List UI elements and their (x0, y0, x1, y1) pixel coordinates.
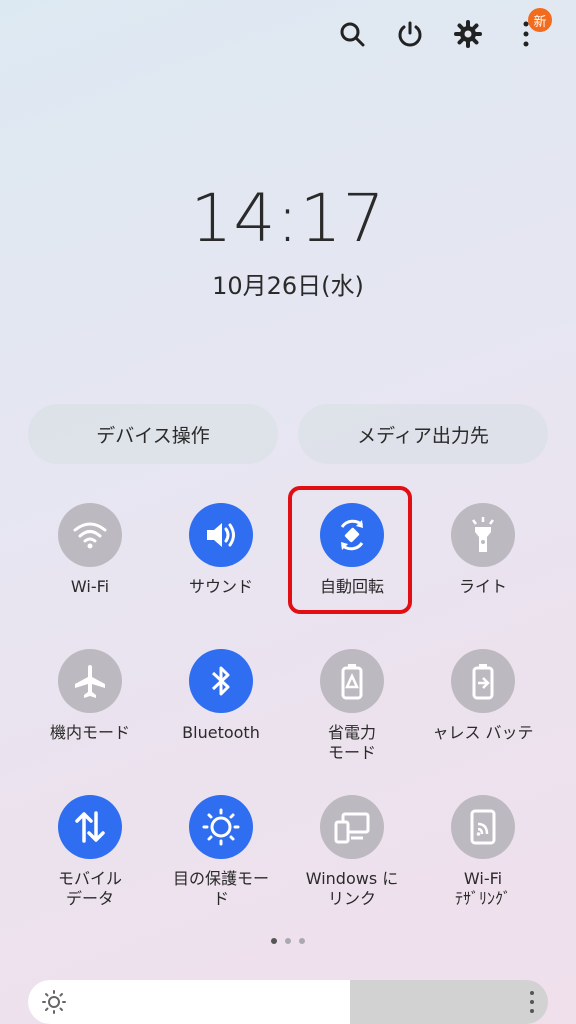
tile-sound[interactable]: サウンド (155, 503, 287, 597)
eye-comfort-icon (189, 795, 253, 859)
tile-label: サウンド (188, 577, 253, 596)
tile-eye-comfort[interactable]: 目の保護モー ド (155, 795, 287, 909)
tile-label-line2: ﾃｻﾞﾘﾝｸﾞ (454, 889, 511, 908)
clock-date: 10月26日(水) (212, 272, 364, 300)
tile-label: Bluetooth (182, 723, 260, 742)
mobile-data-icon (58, 795, 122, 859)
power-saving-icon (320, 649, 384, 713)
clock-time: 14:17 (190, 180, 386, 257)
page-dot[interactable] (299, 938, 305, 944)
gear-icon[interactable] (448, 14, 488, 54)
tile-airplane-mode[interactable]: 機内モード (24, 649, 156, 743)
tile-label-line2: モード (327, 743, 376, 762)
brightness-sun-icon (42, 990, 66, 1018)
tile-label-line2: リンク (327, 889, 376, 908)
tile-label: ャレス バッテ (432, 723, 534, 742)
selection-highlight-box (288, 486, 412, 614)
tile-label-line1: Windows に (305, 869, 399, 888)
tile-label: 機内モード (49, 723, 130, 742)
tile-label-line2: ド (212, 889, 229, 908)
tile-wifi-tethering[interactable]: Wi-Fi ﾃｻﾞﾘﾝｸﾞ (417, 795, 549, 909)
page-dot[interactable] (285, 938, 291, 944)
tile-label-line2: データ (65, 889, 114, 908)
tile-power-saving[interactable]: 省電力 モード (286, 649, 418, 763)
quick-panel-toolbar: 新 (332, 8, 552, 54)
wireless-battery-share-icon (451, 649, 515, 713)
media-output-button[interactable]: メディア出力先 (298, 404, 548, 464)
tile-mobile-data[interactable]: モバイル データ (24, 795, 156, 909)
brightness-fill (28, 980, 351, 1024)
bluetooth-icon (189, 649, 253, 713)
tile-label-line1: 目の保護モー (172, 869, 269, 888)
power-icon[interactable] (390, 14, 430, 54)
tile-label: Wi-Fi (70, 577, 110, 596)
tile-label-line1: Wi-Fi (463, 869, 503, 888)
volume-icon (189, 503, 253, 567)
brightness-slider[interactable] (28, 980, 548, 1024)
airplane-icon (58, 649, 122, 713)
link-to-windows-icon (320, 795, 384, 859)
page-indicator (0, 938, 576, 944)
tile-label: ライト (458, 577, 507, 596)
page-dot[interactable] (271, 938, 277, 944)
tile-label-line1: 省電力 (327, 723, 376, 742)
brightness-more-icon[interactable] (528, 988, 536, 1020)
tile-wifi[interactable]: Wi-Fi (24, 503, 156, 597)
flashlight-icon (451, 503, 515, 567)
new-badge: 新 (528, 8, 552, 32)
tile-wireless-battery-share[interactable]: ャレス バッテ (417, 649, 549, 743)
wifi-tethering-icon (451, 795, 515, 859)
wifi-icon (58, 503, 122, 567)
tile-flashlight[interactable]: ライト (417, 503, 549, 597)
more-vertical-icon[interactable]: 新 (506, 8, 552, 54)
tile-bluetooth[interactable]: Bluetooth (155, 649, 287, 743)
tile-label-line1: モバイル (57, 869, 122, 888)
device-control-button[interactable]: デバイス操作 (28, 404, 278, 464)
tile-link-to-windows[interactable]: Windows に リンク (286, 795, 418, 909)
search-icon[interactable] (332, 14, 372, 54)
